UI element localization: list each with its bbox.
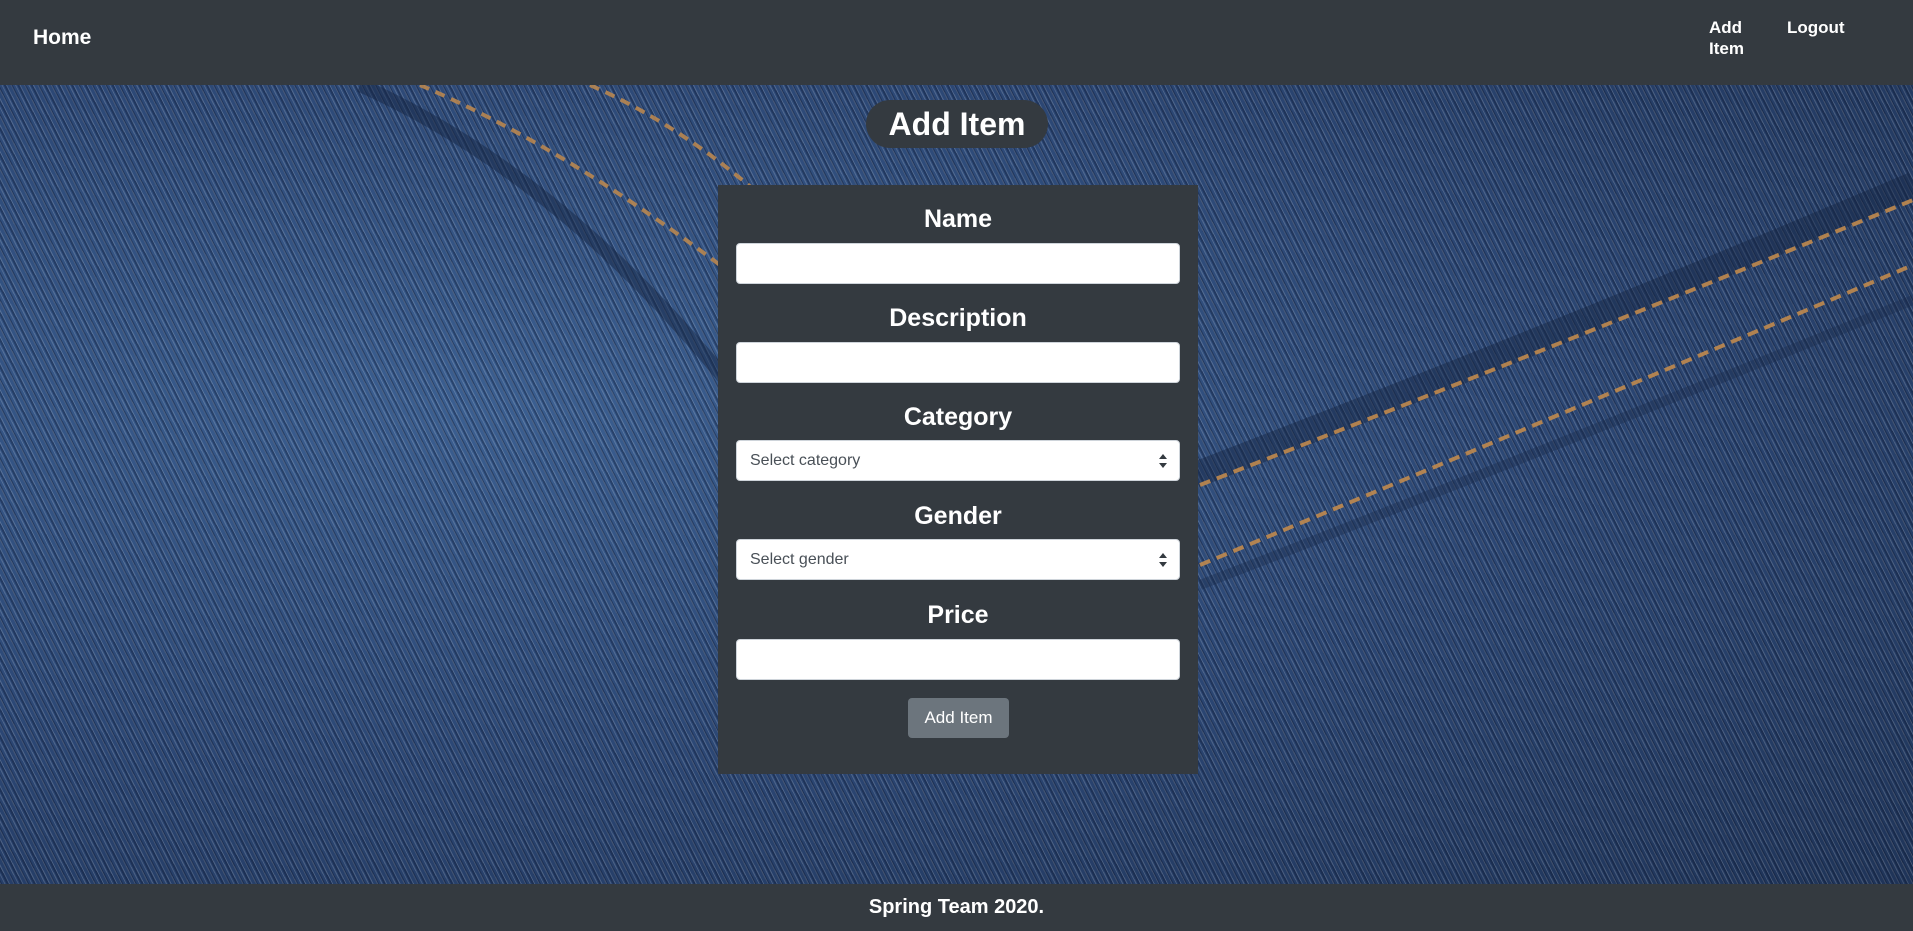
category-label: Category bbox=[903, 403, 1013, 431]
name-label: Name bbox=[923, 205, 993, 233]
gender-select-value: Select gender bbox=[750, 551, 849, 568]
updown-chevron-icon bbox=[1159, 553, 1167, 567]
description-label: Description bbox=[889, 304, 1027, 332]
category-select[interactable]: Select category bbox=[736, 440, 1180, 481]
add-item-form: Name Description Category Select categor… bbox=[718, 185, 1198, 774]
name-input[interactable] bbox=[736, 243, 1180, 284]
footer-text: Spring Team 2020. bbox=[0, 884, 1913, 931]
page-title: Add Item bbox=[866, 100, 1048, 148]
gender-select[interactable]: Select gender bbox=[736, 539, 1180, 580]
price-label: Price bbox=[927, 601, 989, 629]
top-navbar: Home Add Item Logout bbox=[0, 0, 1913, 85]
add-item-submit-button[interactable]: Add Item bbox=[908, 698, 1009, 738]
price-input[interactable] bbox=[736, 639, 1180, 680]
nav-home-link[interactable]: Home bbox=[33, 26, 91, 50]
nav-logout-link[interactable]: Logout bbox=[1787, 17, 1845, 38]
gender-label: Gender bbox=[914, 502, 1002, 530]
updown-chevron-icon bbox=[1159, 454, 1167, 468]
category-select-value: Select category bbox=[750, 452, 861, 469]
nav-add-item-link[interactable]: Add Item bbox=[1709, 17, 1759, 59]
description-input[interactable] bbox=[736, 342, 1180, 383]
